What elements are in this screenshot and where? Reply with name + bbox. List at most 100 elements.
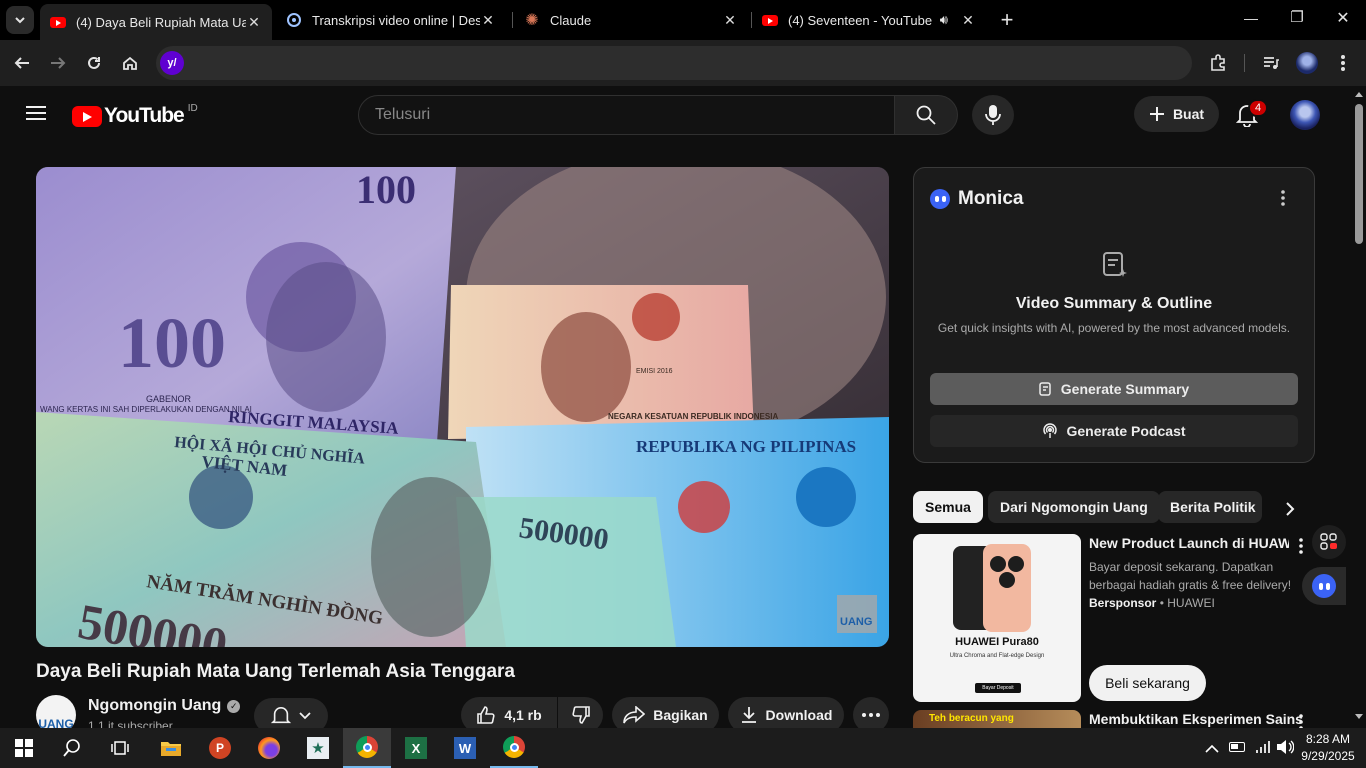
ad-thumbnail[interactable]: HUAWEI Pura80 Ultra Chroma and Flat-edge… [913,534,1081,702]
clock[interactable]: 8:28 AM 9/29/2025 [1298,731,1358,765]
create-button[interactable]: Buat [1134,96,1219,132]
close-tab-icon[interactable]: ✕ [960,12,976,29]
forward-button[interactable] [45,50,71,76]
volume-icon[interactable] [1276,739,1295,760]
monica-floating-button[interactable] [1302,567,1346,605]
more-horizontal-icon [862,713,880,717]
reload-button[interactable] [81,50,107,76]
indonesia-note-year: EMISI 2016 [636,368,673,375]
browser-tab-strip: (4) Daya Beli Rupiah Mata Uang Terlemah … [0,0,1366,40]
account-avatar[interactable] [1290,100,1320,130]
close-window-button[interactable]: ✕ [1328,8,1358,28]
page-scrollbar[interactable] [1352,86,1366,728]
phone-product-image [953,544,1031,632]
notifications-button[interactable]: 4 [1235,99,1269,132]
app-star-icon[interactable]: ★ [304,734,332,762]
scroll-up-arrow-icon[interactable] [1355,92,1363,97]
show-hidden-icons-button[interactable] [1205,741,1219,759]
youtube-wordmark: YouTube [104,104,185,127]
battery-icon[interactable] [1229,742,1245,752]
profile-avatar[interactable] [1294,50,1320,76]
profile-icon [1296,52,1318,74]
scroll-down-arrow-icon[interactable] [1355,714,1363,719]
summary-document-icon [1102,251,1128,284]
tab-claude[interactable]: ✺ Claude ✕ [514,0,748,40]
youtube-logo[interactable]: YouTube ID [72,103,198,128]
tab-search-button[interactable] [6,6,34,34]
network-icon[interactable] [1254,739,1270,760]
chrome-taskbar-button-active[interactable] [343,728,391,768]
home-icon [123,56,137,70]
tab-title: Claude [550,12,592,28]
close-tab-icon[interactable]: ✕ [246,14,262,31]
video-menu-button[interactable] [1298,714,1304,728]
ad-thumb-deposit-button: Bayar Deposit [975,683,1021,693]
monica-menu-button[interactable] [1280,190,1286,211]
yahoo-search-icon[interactable]: y/ [160,51,184,75]
monica-logo-icon [930,189,950,209]
transcription-favicon-icon [286,12,302,28]
maximize-button[interactable]: ❐ [1282,8,1312,28]
video-thumbnail[interactable]: Teh beracun yang [913,710,1081,728]
chip-semua[interactable]: Semua [913,491,983,523]
generate-summary-label: Generate Summary [1060,381,1190,397]
claude-favicon-icon: ✺ [525,12,539,29]
youtube-header: YouTube ID Telusuri Buat 4 [0,86,1352,144]
taskbar-search-button[interactable] [58,734,86,762]
tab-daya-beli[interactable]: (4) Daya Beli Rupiah Mata Uang Terlemah … [40,4,272,40]
apps-widget-button[interactable] [1312,525,1346,559]
close-tab-icon[interactable]: ✕ [480,12,496,29]
tab-divider [512,12,513,28]
chrome-profile-taskbar-button[interactable] [490,728,538,768]
scroll-thumb[interactable] [1355,104,1363,244]
monica-header: Monica [930,188,1023,210]
subscriber-count: 1,1 jt subscriber [88,719,173,728]
tab-transkripsi[interactable]: Transkripsi video online | Desgr ✕ [276,0,506,40]
bell-icon [271,707,291,724]
malaysia-note-fineprint: WANG KERTAS INI SAH DIPERLAKUKAN DENGAN … [40,405,252,414]
file-explorer-icon[interactable] [157,734,185,762]
start-button[interactable] [10,734,38,762]
search-button[interactable] [894,95,958,135]
chips-next-button[interactable] [1274,493,1306,525]
tab-seventeen[interactable]: (4) Seventeen - YouTube 🔊︎ ✕ [752,0,986,40]
generate-summary-button[interactable]: Generate Summary [930,373,1298,405]
arrow-right-icon [51,57,66,69]
home-button[interactable] [117,50,143,76]
reload-icon [88,56,100,69]
new-tab-button[interactable]: + [994,6,1020,34]
video-player[interactable]: 100 100 GABENOR WANG KERTAS INI SAH DIPE… [36,167,889,647]
extensions-button[interactable] [1205,50,1231,76]
video-title-link[interactable]: Membuktikan Eksperimen Sains [1089,711,1303,728]
arrow-left-icon [14,57,29,69]
notification-badge: 4 [1248,99,1269,117]
chrome-menu-button[interactable] [1330,50,1356,76]
close-tab-icon[interactable]: ✕ [722,12,738,29]
clock-date: 9/29/2025 [1301,749,1355,763]
powerpoint-icon[interactable]: P [206,734,234,762]
firefox-icon[interactable] [255,734,283,762]
ad-cta-button[interactable]: Beli sekarang [1089,665,1206,701]
voice-search-button[interactable] [972,95,1014,135]
chip-dari-ngomongin-uang[interactable]: Dari Ngomongin Uang [988,491,1160,523]
ad-title[interactable]: New Product Launch di HUAWEI [1089,535,1289,551]
search-input[interactable]: Telusuri [358,95,895,135]
word-icon[interactable]: W [451,734,479,762]
back-button[interactable] [9,50,35,76]
excel-icon[interactable]: X [402,734,430,762]
channel-name-text: Ngomongin Uang [88,697,222,714]
channel-watermark: UANG [840,616,872,628]
guide-menu-button[interactable] [24,103,48,128]
task-view-button[interactable] [106,734,134,762]
ad-menu-button[interactable] [1298,538,1304,559]
address-bar[interactable]: y/ [156,46,1192,80]
monica-subheading: Get quick insights with AI, powered by t… [937,321,1291,335]
media-controls-button[interactable] [1258,50,1284,76]
generate-podcast-button[interactable]: Generate Podcast [930,415,1298,447]
channel-name[interactable]: Ngomongin Uang ✓ [88,697,241,715]
chip-berita-politik[interactable]: Berita Politik [1158,491,1262,523]
chrome-icon [356,736,378,758]
audio-playing-icon[interactable]: 🔊︎ [940,12,948,28]
puzzle-icon [1211,54,1225,71]
minimize-button[interactable]: — [1236,10,1266,30]
